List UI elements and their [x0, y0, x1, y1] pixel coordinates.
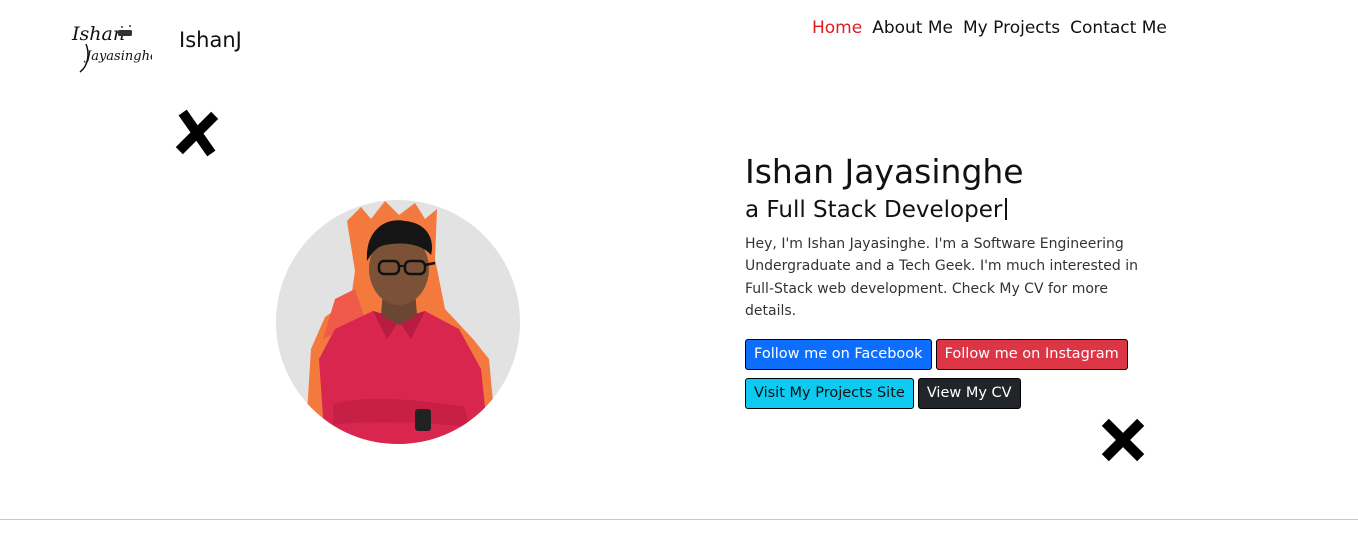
navbar: Ishan Jayasinghe IshanJ Home About Me My…: [0, 0, 1358, 90]
profile-photo: [275, 199, 521, 445]
brand-name[interactable]: IshanJ: [179, 28, 242, 52]
svg-text:Ishan: Ishan: [71, 23, 125, 45]
hero-role: a Full Stack Developer: [745, 194, 1165, 226]
hero-name: Ishan Jayasinghe: [745, 152, 1024, 191]
nav-link-home[interactable]: Home: [812, 18, 862, 38]
instagram-button[interactable]: Follow me on Instagram: [935, 339, 1128, 371]
facebook-button[interactable]: Follow me on Facebook: [745, 339, 932, 371]
section-divider: [0, 519, 1358, 520]
button-row-links: Visit My Projects Site View My CV: [745, 378, 1165, 410]
brand-logo[interactable]: Ishan Jayasinghe: [66, 14, 152, 76]
x-mark-icon: [1101, 418, 1145, 462]
x-mark-icon: [175, 109, 219, 157]
hero-section: Ishan Jayasinghe a Full Stack Developer …: [745, 150, 1165, 410]
view-cv-button[interactable]: View My CV: [917, 378, 1021, 410]
projects-site-button[interactable]: Visit My Projects Site: [745, 378, 914, 410]
role-text: a Full Stack Developer: [745, 197, 1003, 223]
nav-menu: Home About Me My Projects Contact Me: [812, 18, 1167, 38]
button-row-social: Follow me on Facebook Follow me on Insta…: [745, 339, 1165, 371]
typing-cursor: [1005, 198, 1008, 220]
nav-link-my-projects[interactable]: My Projects: [963, 18, 1060, 38]
nav-link-about-me[interactable]: About Me: [872, 18, 953, 38]
nav-link-contact-me[interactable]: Contact Me: [1070, 18, 1167, 38]
svg-text:Jayasinghe: Jayasinghe: [83, 49, 152, 64]
hero-description: Hey, I'm Ishan Jayasinghe. I'm a Softwar…: [745, 236, 1138, 319]
